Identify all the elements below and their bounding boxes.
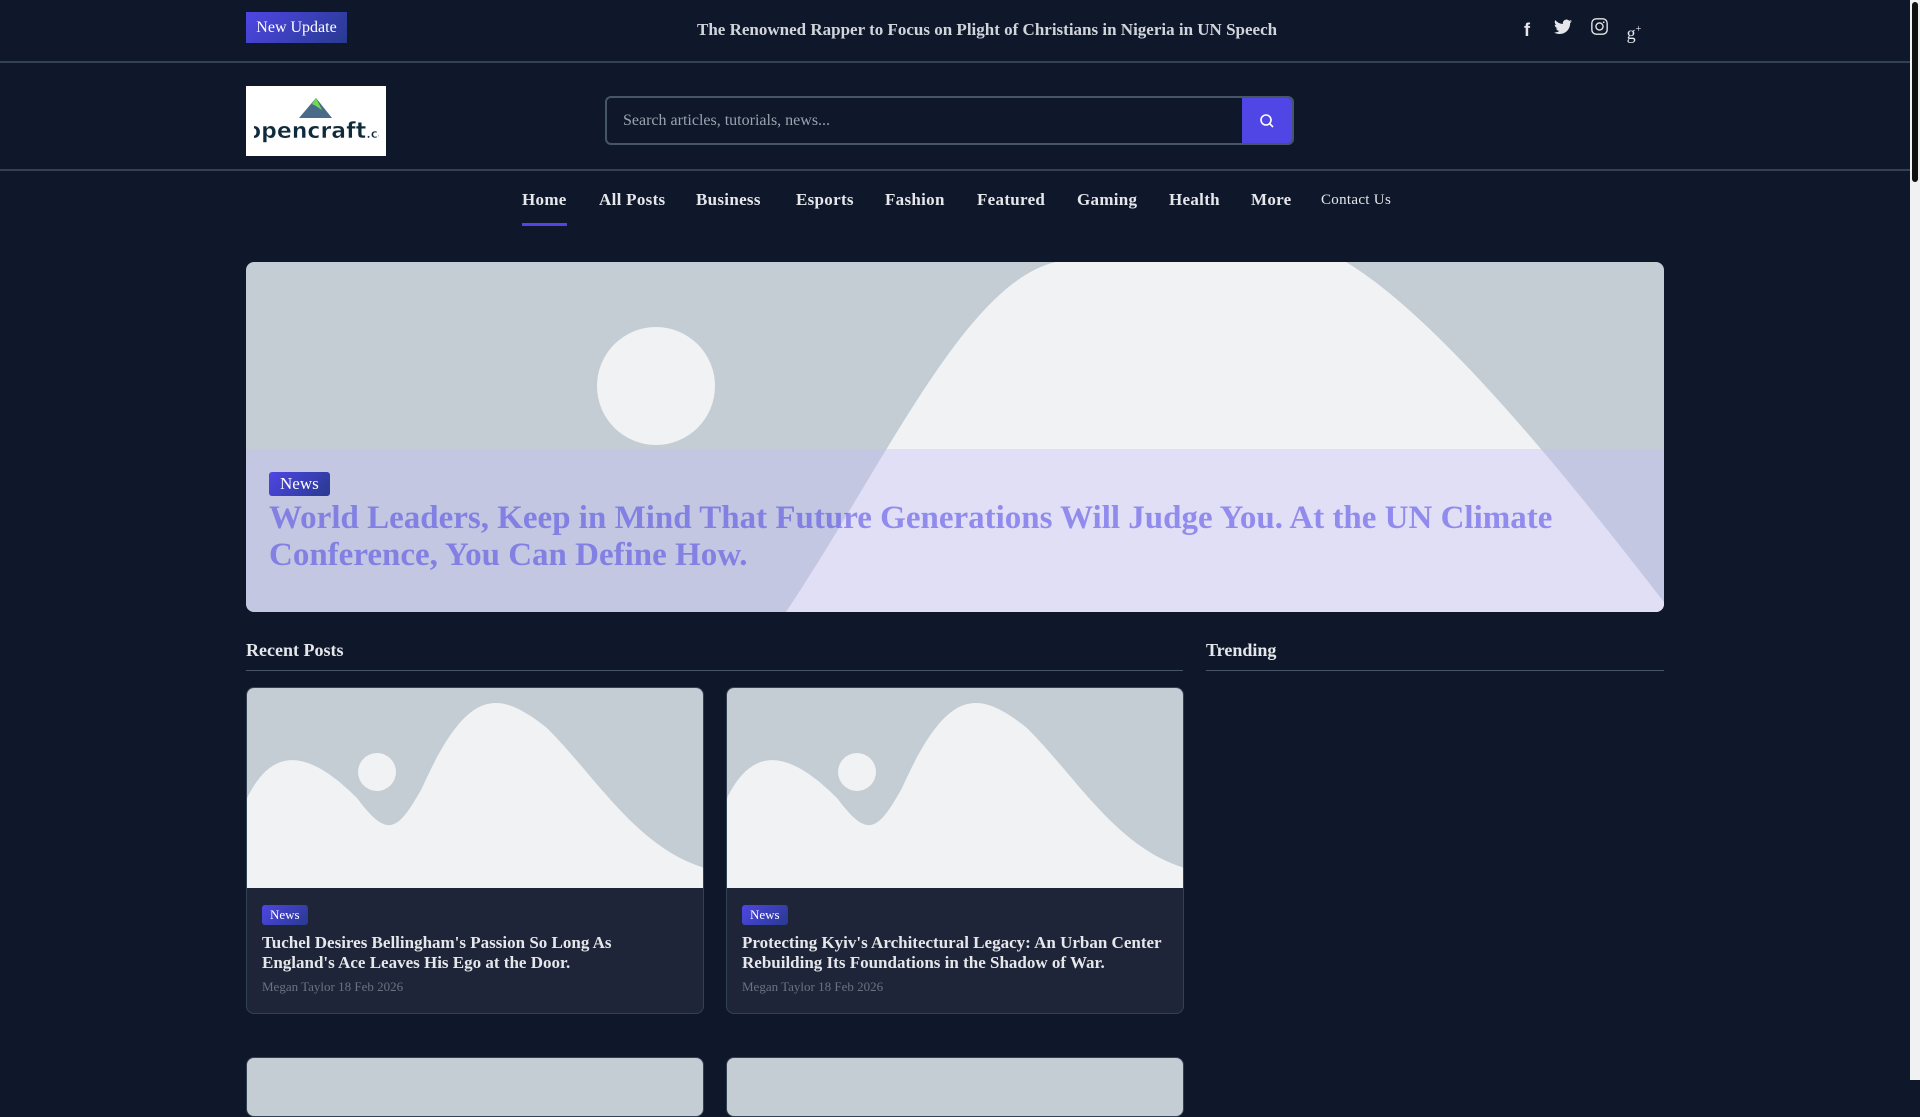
page-scrollbar[interactable] bbox=[1910, 0, 1920, 1080]
news-ticker[interactable]: The Renowned Rapper to Focus on Plight o… bbox=[697, 20, 1285, 40]
nav-more[interactable]: More bbox=[1251, 190, 1292, 210]
recent-posts-heading: Recent Posts bbox=[246, 640, 344, 660]
nav-fashion[interactable]: Fashion bbox=[885, 190, 945, 210]
divider bbox=[1206, 670, 1664, 671]
post-date: 18 Feb 2026 bbox=[818, 979, 884, 994]
post-category-badge[interactable]: News bbox=[262, 905, 308, 925]
main-nav: Home All Posts Business Esports Fashion … bbox=[0, 171, 1910, 231]
post-title[interactable]: Tuchel Desires Bellingham's Passion So L… bbox=[262, 933, 688, 973]
logo-image: opencraft.ca bbox=[254, 98, 379, 144]
post-category-badge[interactable]: News bbox=[742, 905, 788, 925]
hero-category-badge[interactable]: News bbox=[269, 472, 330, 496]
facebook-icon[interactable]: f bbox=[1515, 18, 1539, 42]
post-title[interactable]: Protecting Kyiv's Architectural Legacy: … bbox=[742, 933, 1168, 973]
top-bar: New Update The Renowned Rapper to Focus … bbox=[0, 0, 1910, 63]
site-logo[interactable]: opencraft.ca bbox=[246, 86, 386, 156]
post-date: 18 Feb 2026 bbox=[338, 979, 404, 994]
new-update-badge: New Update bbox=[246, 12, 347, 43]
nav-contact-us[interactable]: Contact Us bbox=[1321, 192, 1391, 209]
search-box bbox=[605, 96, 1294, 145]
post-author[interactable]: Megan Taylor bbox=[742, 979, 815, 994]
post-card[interactable]: News Protecting Kyiv's Architectural Leg… bbox=[726, 687, 1184, 1014]
svg-text:opencraft.ca: opencraft.ca bbox=[254, 119, 379, 144]
instagram-icon[interactable] bbox=[1587, 18, 1611, 42]
search-icon bbox=[1260, 113, 1274, 128]
nav-gaming[interactable]: Gaming bbox=[1077, 190, 1137, 210]
image-placeholder-icon bbox=[247, 703, 703, 888]
search-button[interactable] bbox=[1242, 98, 1292, 143]
image-placeholder-icon bbox=[727, 703, 1183, 888]
hero-title[interactable]: World Leaders, Keep in Mind That Future … bbox=[269, 500, 1649, 574]
twitter-icon[interactable] bbox=[1551, 18, 1575, 42]
divider bbox=[246, 670, 1183, 671]
nav-esports[interactable]: Esports bbox=[796, 190, 854, 210]
scrollbar-thumb[interactable] bbox=[1912, 2, 1918, 182]
post-card[interactable]: News Tuchel Desires Bellingham's Passion… bbox=[246, 687, 704, 1014]
google-plus-icon[interactable]: g+ bbox=[1622, 18, 1646, 43]
post-image-placeholder bbox=[247, 688, 703, 888]
nav-health[interactable]: Health bbox=[1169, 190, 1220, 210]
nav-business[interactable]: Business bbox=[696, 190, 761, 210]
post-image-placeholder bbox=[727, 688, 1183, 888]
search-input[interactable] bbox=[607, 98, 1245, 143]
post-card[interactable] bbox=[726, 1057, 1184, 1117]
post-card[interactable] bbox=[246, 1057, 704, 1117]
nav-all-posts[interactable]: All Posts bbox=[599, 190, 665, 210]
nav-home[interactable]: Home bbox=[522, 190, 567, 226]
hero-featured-post[interactable]: News World Leaders, Keep in Mind That Fu… bbox=[246, 262, 1664, 612]
trending-heading: Trending bbox=[1206, 640, 1277, 660]
post-author[interactable]: Megan Taylor bbox=[262, 979, 335, 994]
site-header: opencraft.ca bbox=[0, 63, 1910, 171]
nav-featured[interactable]: Featured bbox=[977, 190, 1045, 210]
